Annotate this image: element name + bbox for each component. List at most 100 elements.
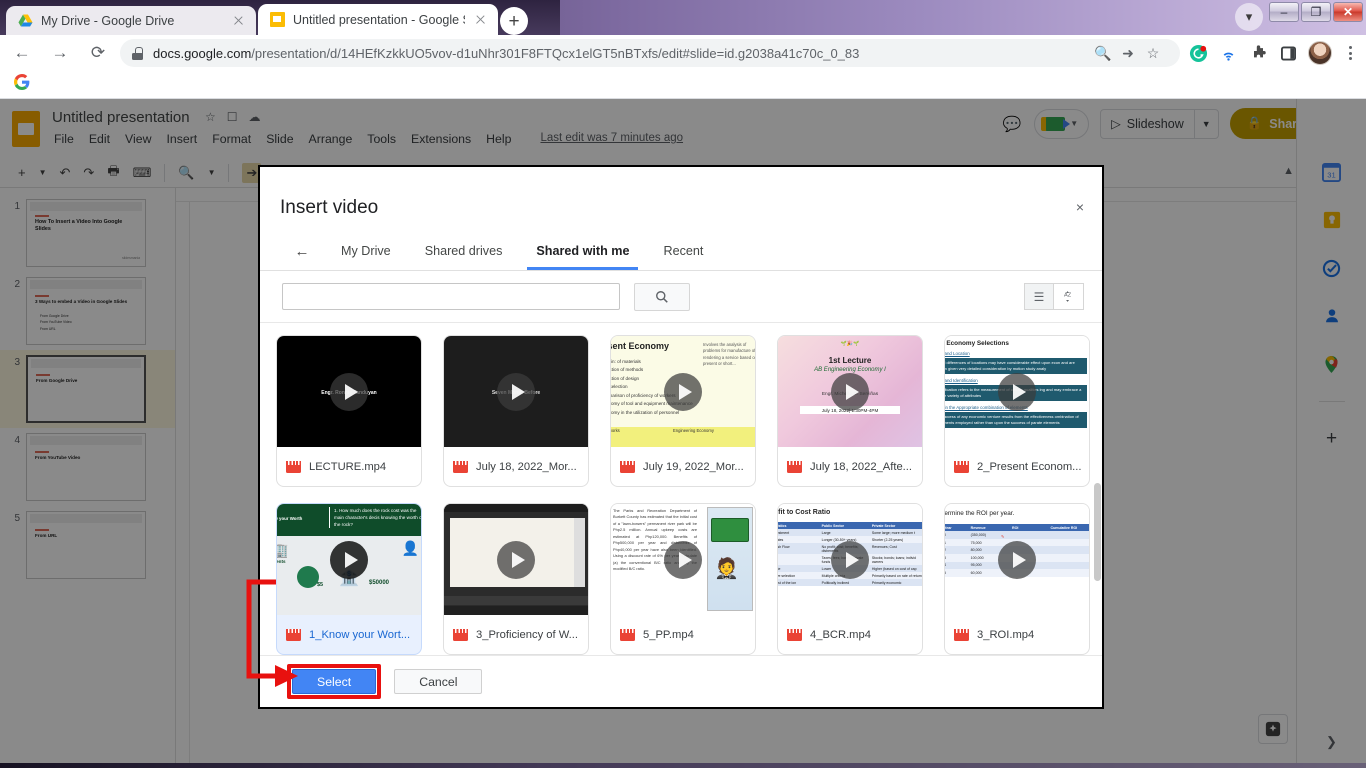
close-window-button[interactable]: ✕ <box>1333 2 1363 22</box>
file-card[interactable]: ent Economy Selections omy and Location … <box>944 335 1090 487</box>
dialog-search-row: ☰ AZ <box>260 271 1102 323</box>
thumbnail-price-2: $5 <box>317 582 324 588</box>
address-bar[interactable]: docs.google.com /presentation/d/14HEfKzk… <box>120 39 1180 67</box>
wifi-cast-icon[interactable] <box>1218 43 1238 63</box>
file-card[interactable]: nefit to Cost Ratio teristics Public Sec… <box>777 503 923 655</box>
search-icon[interactable] <box>634 282 690 311</box>
grammarly-icon[interactable] <box>1188 43 1208 63</box>
back-button-icon[interactable]: ← <box>6 37 38 69</box>
tab-recent[interactable]: Recent <box>646 232 720 270</box>
file-thumbnail: Engr. Ronnie Tanduyan <box>277 336 421 447</box>
file-thumbnail: nefit to Cost Ratio teristics Public Sec… <box>778 504 922 615</box>
insert-video-dialog: Insert video × ← My Drive Shared drives … <box>258 165 1104 709</box>
file-card[interactable]: 3_Proficiency of W... <box>443 503 589 655</box>
share-icon[interactable]: ➜ <box>1117 42 1139 64</box>
list-view-icon[interactable]: ☰ <box>1024 283 1054 310</box>
forward-button-icon[interactable]: → <box>44 37 76 69</box>
file-card[interactable]: The Parks and Recreation Department of B… <box>610 503 756 655</box>
file-grid[interactable]: Engr. Ronnie Tanduyan LECTURE.mp4 Seven … <box>260 323 1102 659</box>
cancel-button[interactable]: Cancel <box>394 669 483 694</box>
thumbnail-store-icon: 🏢 <box>277 542 288 559</box>
play-icon <box>831 372 869 411</box>
thumbnail-shop-badge <box>297 566 319 588</box>
table-cell: erest of the ion <box>778 580 797 585</box>
browser-tab-untitled-presentation[interactable]: Untitled presentation - Google Sl <box>258 4 498 35</box>
thumbnail-price-3: $50000 <box>369 580 390 586</box>
video-file-icon <box>453 461 468 473</box>
url-host: docs.google.com <box>153 45 252 61</box>
tab-shared-with-me[interactable]: Shared with me <box>519 232 646 270</box>
close-tab-icon[interactable] <box>231 13 246 28</box>
bookmark-star-icon[interactable]: ☆ <box>1142 42 1164 64</box>
new-tab-button[interactable]: + <box>500 7 528 35</box>
file-thumbnail: The Parks and Recreation Department of B… <box>611 504 755 615</box>
minimize-button[interactable]: – <box>1269 2 1299 22</box>
file-label: July 19, 2022_Mor... <box>611 447 755 486</box>
file-card-selected[interactable]: now your Worth 1. How much does the rock… <box>276 503 422 655</box>
table-cell: Large <box>821 530 831 535</box>
play-icon <box>831 540 869 579</box>
file-card[interactable]: Seven Month Before July 18, 2022_Mor... <box>443 335 589 487</box>
select-button[interactable]: Select <box>292 669 377 694</box>
thumbnail-subtitle: Involves the analysis of problems for ma… <box>703 342 755 366</box>
browser-tab-strip: My Drive - Google Drive Untitled present… <box>0 0 1366 35</box>
file-name: July 18, 2022_Mor... <box>476 461 577 473</box>
chrome-menu-icon[interactable] <box>1342 46 1358 60</box>
file-grid-scrollbar[interactable] <box>1094 483 1101 581</box>
thumbnail-brand: now your Worth <box>277 516 303 521</box>
video-file-icon <box>453 629 468 641</box>
google-drive-icon <box>18 13 33 28</box>
close-tab-icon[interactable] <box>473 12 488 27</box>
play-icon <box>664 372 702 411</box>
file-name: LECTURE.mp4 <box>309 461 387 473</box>
table-cell: 1 <box>945 541 971 545</box>
window-controls: – ❐ ✕ <box>1269 2 1363 22</box>
bookmarks-bar <box>0 71 1366 99</box>
thumbnail-footer-right: Engineering Economy <box>673 427 714 433</box>
file-name: 1_Know your Wort... <box>309 629 411 641</box>
puzzle-extensions-icon[interactable] <box>1248 43 1268 63</box>
dialog-title: Insert video <box>280 197 379 218</box>
thumbnail-avatar-icon: 🤵 <box>714 558 739 580</box>
table-cell: (350,000) <box>970 532 986 537</box>
tab-shared-drives[interactable]: Shared drives <box>408 232 520 270</box>
tab-my-drive[interactable]: My Drive <box>324 232 408 270</box>
file-label: 5_PP.mp4 <box>611 615 755 654</box>
thumbnail-sidepane <box>574 518 585 587</box>
tab-search-chevron-icon[interactable]: ▾ <box>1235 3 1263 31</box>
back-arrow-icon[interactable]: ← <box>280 232 324 270</box>
file-label: 1_Know your Wort... <box>277 615 421 654</box>
thumbnail-paragraph: e success of any economic venture result… <box>945 412 1087 428</box>
maximize-button[interactable]: ❐ <box>1301 2 1331 22</box>
file-card[interactable]: etermine the ROI per year. Year Revenue … <box>944 503 1090 655</box>
reload-button-icon[interactable]: ⟳ <box>82 37 114 69</box>
browser-tab-my-drive[interactable]: My Drive - Google Drive <box>6 6 256 35</box>
file-card[interactable]: 🌱🎉🌱 1st Lecture AB Engineering Economy I… <box>777 335 923 487</box>
table-cell: Primarily based on rate of return <box>871 573 922 578</box>
tab-title: My Drive - Google Drive <box>41 13 175 28</box>
file-card[interactable]: resent Economy Involves the analysis of … <box>610 335 756 487</box>
side-panel-icon[interactable] <box>1278 43 1298 63</box>
thumbnail-title: etermine the ROI per year. <box>945 510 1015 517</box>
sort-az-icon[interactable]: AZ <box>1054 283 1084 310</box>
avatar[interactable] <box>1308 41 1332 65</box>
table-cell: 3 <box>945 556 971 560</box>
table-cell: d <box>778 556 822 564</box>
thumbnail-decor-icons: 🌱🎉🌱 <box>840 341 860 347</box>
zoom-out-icon[interactable]: 🔍 <box>1092 42 1114 64</box>
table-header-cell: teristics <box>778 523 787 528</box>
table-cell: Higher (based on cost of cap <box>871 566 917 571</box>
table-header-cell: Public Sector <box>821 523 845 528</box>
close-icon[interactable]: × <box>1072 199 1088 215</box>
search-input[interactable] <box>282 283 620 310</box>
play-icon <box>497 372 535 411</box>
file-name: 2_Present Econom... <box>977 461 1082 473</box>
thumbnail-heading: omy and Identification <box>945 378 978 383</box>
google-g-icon[interactable] <box>14 74 30 95</box>
browser-toolbar: ← → ⟳ docs.google.com /presentation/d/14… <box>0 35 1366 71</box>
file-thumbnail: Seven Month Before <box>444 336 588 447</box>
thumbnail-title: 1st Lecture <box>828 356 872 365</box>
video-file-icon <box>620 461 635 473</box>
video-file-icon <box>787 461 802 473</box>
file-card[interactable]: Engr. Ronnie Tanduyan LECTURE.mp4 <box>276 335 422 487</box>
